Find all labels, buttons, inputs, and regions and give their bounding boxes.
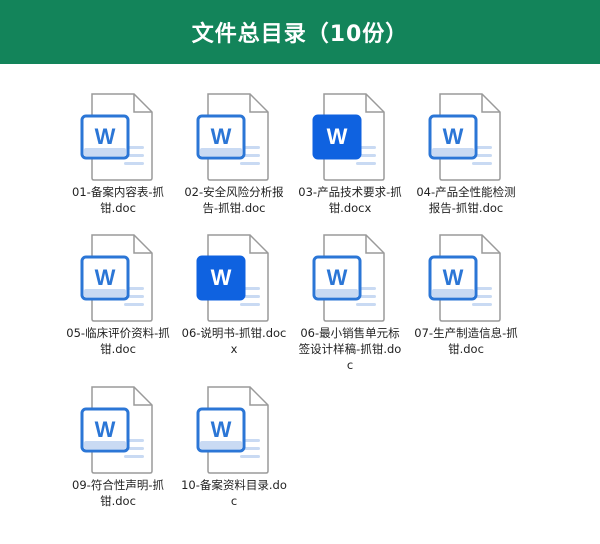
- svg-text:W: W: [327, 265, 348, 290]
- file-name: 04-产品全性能检测报告-抓钳.doc: [416, 185, 516, 215]
- file-item[interactable]: W 06-最小销售单元标签设计样稿-抓钳.doc: [297, 233, 403, 373]
- file-name: 06-最小销售单元标签设计样稿-抓钳.doc: [298, 326, 402, 372]
- svg-text:W: W: [95, 417, 116, 442]
- word-doc-icon: W: [196, 93, 269, 181]
- file-name: 02-安全风险分析报告-抓钳.doc: [184, 185, 284, 215]
- file-name: 07-生产制造信息-抓钳.doc: [414, 326, 518, 356]
- word-doc-icon: W: [312, 234, 385, 322]
- word-doc-icon: W: [428, 93, 501, 181]
- file-item[interactable]: W 10-备案资料目录.doc: [181, 385, 287, 509]
- file-item[interactable]: W 02-安全风险分析报告-抓钳.doc: [181, 92, 287, 216]
- file-name: 03-产品技术要求-抓钳.docx: [298, 185, 402, 215]
- svg-text:W: W: [443, 124, 464, 149]
- file-item[interactable]: W 07-生产制造信息-抓钳.doc: [413, 233, 519, 357]
- svg-text:W: W: [211, 124, 232, 149]
- file-name: 09-符合性声明-抓钳.doc: [72, 478, 164, 508]
- word-doc-icon: W: [80, 386, 153, 474]
- word-doc-icon: W: [80, 234, 153, 322]
- svg-text:W: W: [327, 124, 348, 149]
- word-docx-icon: W: [196, 234, 269, 322]
- header-bar: 文件总目录（10份）: [0, 0, 600, 64]
- file-name: 05-临床评价资料-抓钳.doc: [66, 326, 170, 356]
- file-item[interactable]: W 03-产品技术要求-抓钳.docx: [297, 92, 403, 216]
- svg-text:W: W: [211, 417, 232, 442]
- file-name: 01-备案内容表-抓钳.doc: [72, 185, 164, 215]
- file-item[interactable]: W 06-说明书-抓钳.docx: [181, 233, 287, 357]
- file-name: 10-备案资料目录.doc: [181, 478, 287, 508]
- word-doc-icon: W: [196, 386, 269, 474]
- svg-text:W: W: [443, 265, 464, 290]
- svg-text:W: W: [95, 265, 116, 290]
- word-doc-icon: W: [80, 93, 153, 181]
- page-title: 文件总目录（10份）: [191, 22, 409, 47]
- file-item[interactable]: W 09-符合性声明-抓钳.doc: [65, 385, 171, 509]
- word-doc-icon: W: [428, 234, 501, 322]
- file-item[interactable]: W 01-备案内容表-抓钳.doc: [65, 92, 171, 216]
- svg-text:W: W: [211, 265, 232, 290]
- svg-text:W: W: [95, 124, 116, 149]
- file-name: 06-说明书-抓钳.docx: [181, 326, 287, 356]
- file-item[interactable]: W 05-临床评价资料-抓钳.doc: [65, 233, 171, 357]
- file-item[interactable]: W 04-产品全性能检测报告-抓钳.doc: [413, 92, 519, 216]
- word-docx-icon: W: [312, 93, 385, 181]
